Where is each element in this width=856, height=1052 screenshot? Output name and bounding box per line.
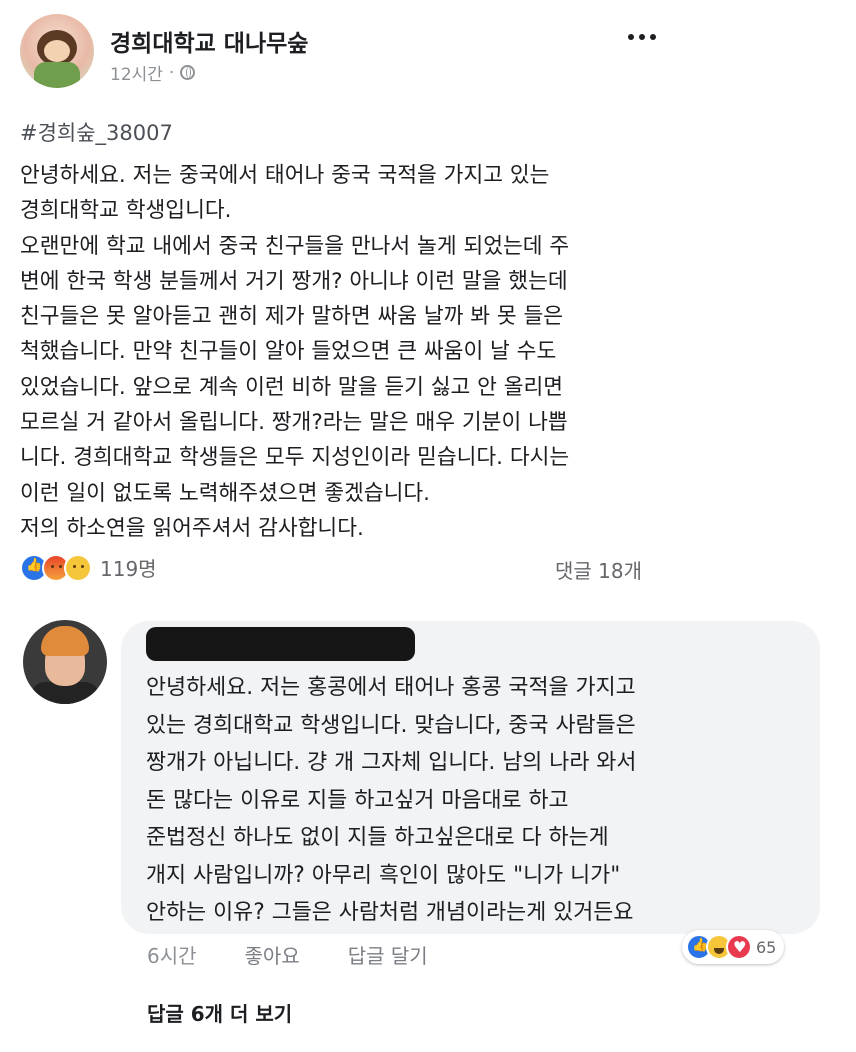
comment: 안녕하세요. 저는 홍콩에서 태어나 홍콩 국적을 가지고 있는 경희대학교 학… [0, 600, 856, 1052]
like-button[interactable]: 좋아요 [245, 940, 300, 969]
reply-button[interactable]: 답글 달기 [348, 940, 428, 969]
comment-line: 돈 많다는 이유로 지들 하고싶거 마음대로 하고 [146, 787, 569, 813]
comment-reactions-count: 65 [756, 937, 777, 957]
comment-time[interactable]: 6시간 [147, 940, 197, 969]
sad-icon [64, 553, 92, 582]
comment-line: 준법정신 하나도 없이 지들 하고싶은대로 다 하는게 [146, 825, 609, 850]
meta-separator: · [168, 62, 175, 83]
post-body-line: 이런 일이 없도록 노력해주셨으면 좋겠습니다. [20, 480, 430, 506]
comment-line: 개지 사람입니까? 아무리 흑인이 많아도 "니가 니가" [146, 862, 621, 888]
globe-icon [180, 65, 196, 80]
post-reactions[interactable]: 119명 [20, 553, 157, 582]
post-body-line: 변에 한국 학생 분들께서 거기 짱개? 아니냐 이런 말을 했는데 [20, 268, 568, 294]
comment-line: 짱개가 아닙니다. 걍 개 그자체 입니다. 남의 나라 와서 [146, 750, 637, 775]
post-body-line: 친구들은 못 알아듣고 괜히 제가 말하면 싸움 날까 봐 못 들은 [20, 304, 564, 330]
more-options-icon[interactable] [628, 34, 656, 40]
avatar-hair [41, 626, 89, 656]
comment-reactions[interactable]: 65 [682, 930, 785, 964]
comment-line: 안녕하세요. 저는 홍콩에서 태어나 홍콩 국적을 가지고 [146, 675, 636, 700]
post-body-line: 척했습니다. 만약 친구들이 알아 들었으면 큰 싸움이 날 수도 [20, 339, 557, 365]
view-more-replies-link[interactable]: 답글 6개 더 보기 [147, 998, 292, 1027]
redacted-commenter-name [146, 627, 415, 661]
post: 경희대학교 대나무숲 12시간 · #경희숲_38007 안녕하세요. 저는 중… [0, 0, 856, 600]
reactions-count[interactable]: 119명 [100, 553, 157, 582]
love-icon [726, 934, 752, 960]
post-body-line: 경희대학교 학생입니다. [20, 198, 232, 224]
page-avatar[interactable] [20, 14, 94, 88]
comment-body: 안녕하세요. 저는 홍콩에서 태어나 홍콩 국적을 가지고 있는 경희대학교 학… [146, 669, 806, 932]
avatar-body [34, 62, 80, 88]
comment-line: 안하는 이유? 그들은 사람처럼 개념이라는게 있거든요 [146, 900, 634, 925]
post-body-line: 오랜만에 학교 내에서 중국 친구들을 만나서 놀게 되었는데 주 [20, 233, 570, 259]
post-meta: 12시간 · [110, 60, 196, 85]
post-hashtag[interactable]: #경희숲_38007 [20, 117, 173, 147]
post-body-line: 안녕하세요. 저는 중국에서 태어나 중국 국적을 가지고 있는 [20, 163, 550, 188]
post-body-line: 있었습니다. 앞으로 계속 이런 비하 말을 듣기 싫고 안 올리면 [20, 374, 564, 400]
comment-line: 있는 경희대학교 학생입니다. 맞습니다, 중국 사람들은 [146, 712, 636, 738]
commenter-avatar[interactable] [23, 620, 107, 704]
comment-actions: 6시간 좋아요 답글 달기 [147, 940, 476, 969]
post-body: 안녕하세요. 저는 중국에서 태어나 중국 국적을 가지고 있는 경희대학교 학… [20, 158, 680, 546]
post-time[interactable]: 12시간 [110, 60, 163, 85]
post-body-line: 저의 하소연을 읽어주셔서 감사합니다. [20, 515, 364, 541]
page-name[interactable]: 경희대학교 대나무숲 [110, 24, 308, 58]
post-body-line: 니다. 경희대학교 학생들은 모두 지성인이라 믿습니다. 다시는 [20, 445, 570, 471]
post-body-line: 모르실 거 같아서 올립니다. 짱개?라는 말은 매우 기분이 나쁩 [20, 410, 568, 436]
avatar-face [44, 40, 70, 62]
comments-count[interactable]: 댓글 18개 [555, 555, 642, 584]
